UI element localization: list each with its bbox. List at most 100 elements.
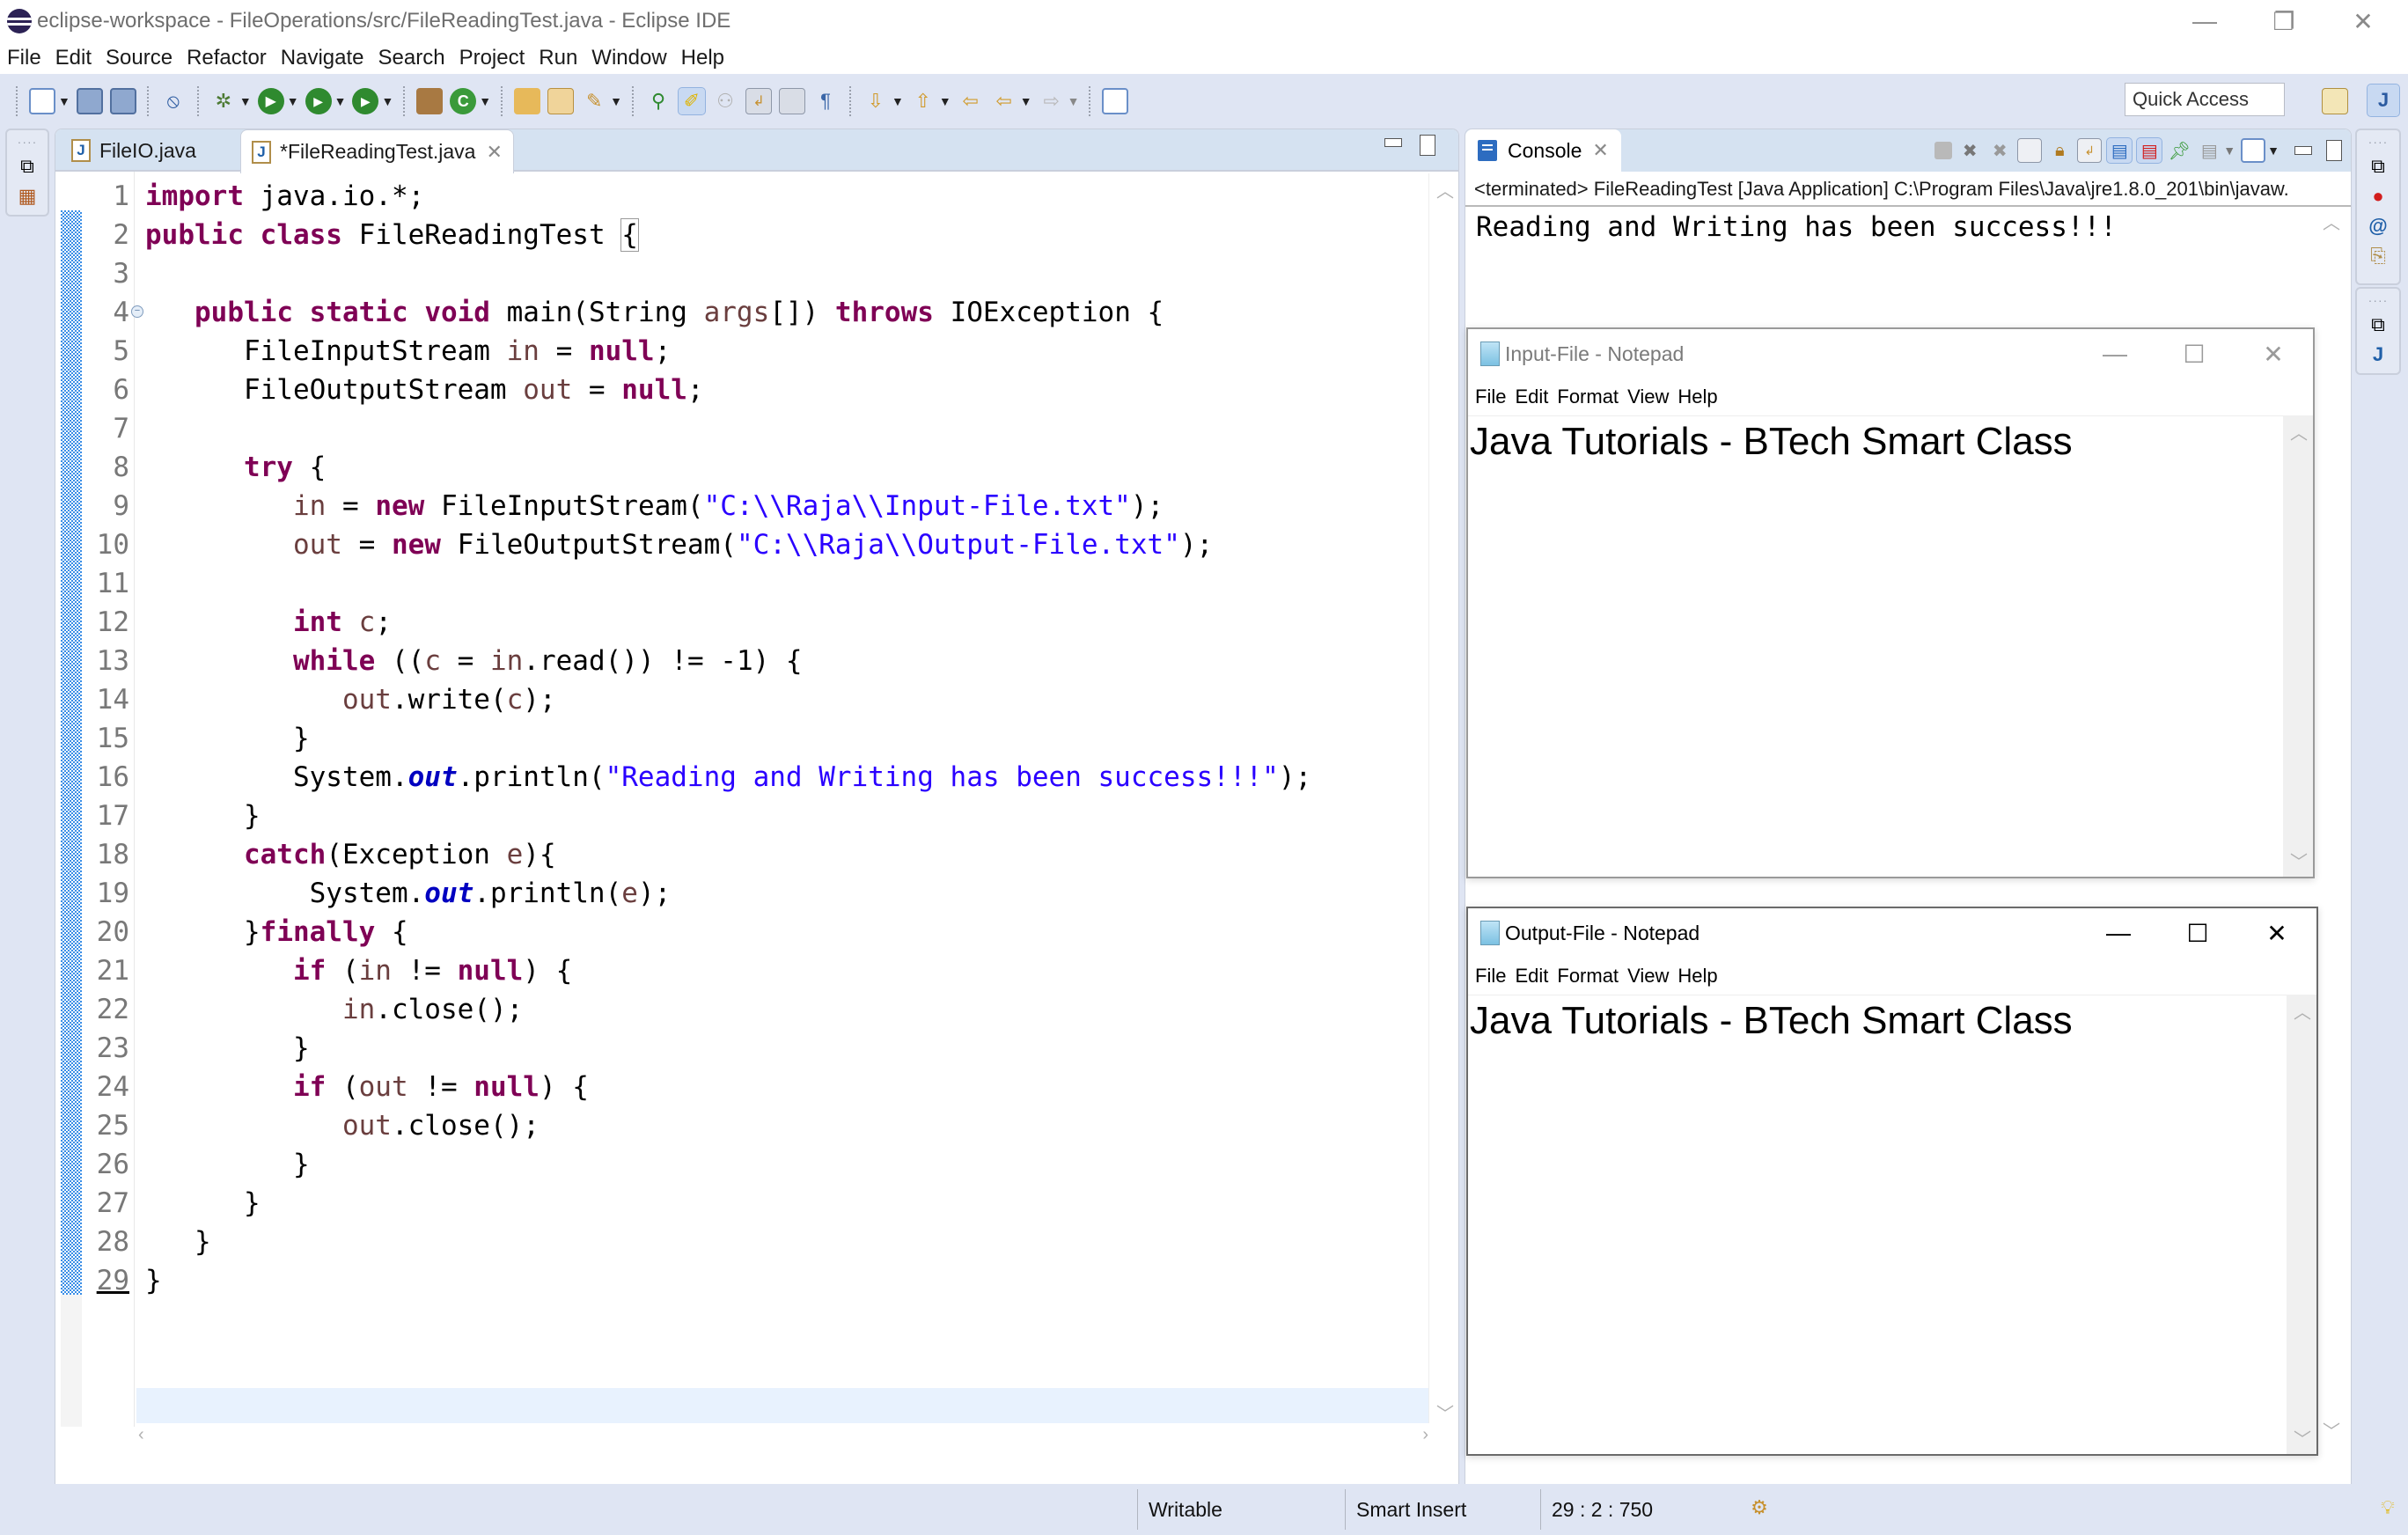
open-console-dropdown-icon[interactable]: ▼ [2267,143,2280,158]
last-edit-location-icon[interactable]: ⇦ [958,88,984,114]
code-line[interactable]: import java.io.*; [145,177,424,216]
open-type-icon[interactable] [514,88,541,114]
toggle-mark-occurrences-icon[interactable]: ⚲ [645,88,672,114]
tab-fileio-java[interactable]: J FileIO.java [61,129,207,172]
console-scroll-up-icon[interactable]: ︿ [2323,209,2340,234]
menu-help[interactable]: Help [681,46,724,70]
notepad-menu-format[interactable]: Format [1557,965,1619,988]
next-annotation-dropdown-icon[interactable]: ▼ [892,94,904,108]
notepad-menu-edit[interactable]: Edit [1515,386,1548,408]
new-class-dropdown-icon[interactable]: ▼ [479,94,491,108]
menu-source[interactable]: Source [106,46,173,70]
notepad-vertical-scrollbar[interactable]: ︿ ﹀ [2283,415,2313,877]
code-line[interactable]: }finally { [145,913,408,951]
code-line[interactable]: FileOutputStream out = null; [145,371,704,409]
tab-filereadingtest-java[interactable]: J *FileReadingTest.java ✕ [240,129,514,173]
java-perspective-icon[interactable]: J [2367,84,2400,117]
show-selected-element-icon[interactable]: ⚇ [712,88,738,114]
maximize-panel-icon[interactable] [1420,135,1435,156]
toggle-block-selection-icon[interactable]: ✐ [678,87,707,115]
notepad-minimize-button[interactable]: — [2075,329,2155,378]
editor-vertical-scrollbar[interactable]: ︿ ﹀ [1428,173,1458,1429]
menu-refactor[interactable]: Refactor [187,46,267,70]
code-line[interactable]: out.write(c); [145,680,556,719]
skip-breakpoints-icon[interactable]: ⦸ [160,88,187,114]
save-icon[interactable] [76,88,103,114]
code-line[interactable]: public class FileReadingTest { [145,216,639,254]
close-tab-icon[interactable]: ✕ [486,141,502,164]
javadoc-view-icon[interactable]: @ [2357,215,2399,238]
run-external-tool-icon[interactable]: ▶ [352,88,379,114]
trim-drag-handle[interactable]: ···· [2357,136,2399,148]
open-task-icon[interactable] [547,88,575,114]
previous-annotation-dropdown-icon[interactable]: ▼ [939,94,951,108]
window-restore-button[interactable]: ❐ [2244,0,2324,42]
new-java-class-icon[interactable]: C [450,88,477,114]
notepad-menu-edit[interactable]: Edit [1515,965,1548,988]
scroll-right-icon[interactable]: › [1422,1425,1428,1445]
show-on-stdout-icon[interactable]: ▤ [2106,137,2133,164]
code-line[interactable]: } [145,1223,211,1261]
display-console-icon[interactable]: ▤ [2197,138,2221,163]
code-line[interactable]: } [145,1145,310,1184]
tips-lightbulb-icon[interactable]: 💡︎ [2375,1495,2401,1521]
display-console-dropdown-icon[interactable]: ▼ [2223,143,2235,158]
menu-edit[interactable]: Edit [55,46,92,70]
notepad-menu-view[interactable]: View [1627,965,1669,988]
menu-file[interactable]: File [7,46,41,70]
next-annotation-icon[interactable]: ⇩ [863,88,889,114]
code-line[interactable]: while ((c = in.read()) != -1) { [145,642,803,680]
remove-launch-icon[interactable]: ✖ [1957,138,1982,163]
pin-console-icon[interactable]: 📌︎ [2167,138,2191,163]
code-line[interactable]: if (out != null) { [145,1068,589,1106]
declaration-view-icon[interactable]: ⎘ [2357,245,2399,268]
search-icon[interactable]: ✎ [581,88,607,114]
forward-dropdown-icon[interactable]: ▼ [1068,94,1080,108]
new-wizard-icon[interactable] [29,88,55,114]
menu-run[interactable]: Run [539,46,577,70]
code-line[interactable]: try { [145,448,326,487]
notepad-text-area[interactable]: Java Tutorials - BTech Smart Class [1468,415,2283,877]
open-console-icon[interactable] [2241,138,2266,163]
back-dropdown-icon[interactable]: ▼ [1020,94,1032,108]
notepad-close-button[interactable]: ✕ [2234,329,2313,378]
scroll-up-icon[interactable]: ︿ [2290,419,2308,444]
search-dropdown-icon[interactable]: ▼ [610,94,622,108]
console-scroll-down-icon[interactable]: ﹀ [2323,1417,2340,1443]
debug-dropdown-icon[interactable]: ▼ [239,94,252,108]
code-line[interactable]: int c; [145,603,392,642]
tab-console[interactable]: Console ✕ [1465,129,1621,172]
scroll-down-icon[interactable]: ﹀ [1436,1399,1454,1425]
restore-view-icon[interactable]: ⧉ [2357,155,2399,178]
maximize-panel-icon[interactable] [2326,140,2342,161]
notepad-menu-file[interactable]: File [1475,386,1506,408]
code-line[interactable]: System.out.println(e); [145,874,672,913]
show-on-stderr-icon[interactable]: ▤ [2136,137,2163,164]
progress-view-icon[interactable]: ⚙︎ [1746,1495,1773,1521]
code-line[interactable]: out = new FileOutputStream("C:\\Raja\\Ou… [145,525,1213,564]
new-java-package-icon[interactable] [416,88,444,114]
notepad-maximize-button[interactable]: ☐ [2158,908,2237,958]
restore-view-icon[interactable]: ⧉ [2357,313,2399,336]
word-wrap-icon[interactable]: ↲ [745,88,773,114]
menu-search[interactable]: Search [378,46,445,70]
code-line[interactable]: out.close(); [145,1106,540,1145]
menu-window[interactable]: Window [591,46,666,70]
window-minimize-button[interactable]: — [2165,0,2244,42]
trim-drag-handle[interactable]: ···· [2357,294,2399,306]
code-line[interactable]: in.close(); [145,990,523,1029]
new-dropdown-icon[interactable]: ▼ [58,94,70,108]
coverage-dropdown-icon[interactable]: ▼ [334,94,347,108]
pin-editor-icon[interactable] [1102,88,1129,114]
notepad-titlebar[interactable]: Input-File - Notepad — ☐ ✕ [1468,329,2313,378]
notepad-menu-help[interactable]: Help [1678,386,1717,408]
debug-icon[interactable]: ✲ [210,88,237,114]
coverage-icon[interactable]: ▶ [305,88,332,114]
code-line[interactable]: if (in != null) { [145,951,572,990]
window-close-button[interactable]: ✕ [2324,0,2403,42]
notepad-vertical-scrollbar[interactable]: ︿ ﹀ [2287,995,2316,1454]
remove-all-terminated-icon[interactable]: ✖ [1987,138,2012,163]
scroll-up-icon[interactable]: ︿ [2294,998,2311,1024]
forward-icon[interactable]: ⇨ [1039,88,1065,114]
clear-console-icon[interactable] [2017,138,2043,163]
